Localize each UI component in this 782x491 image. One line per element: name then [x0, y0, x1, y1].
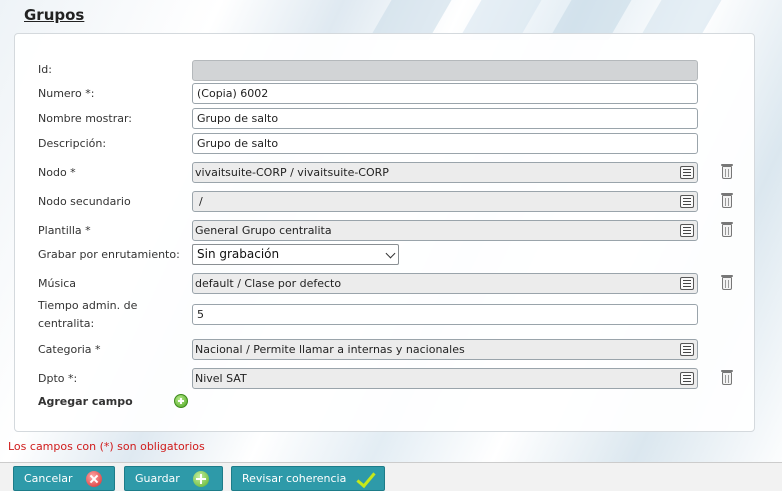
save-button[interactable]: Guardar	[124, 466, 223, 491]
dpto-value: Nivel SAT	[195, 372, 247, 385]
trash-icon[interactable]	[721, 164, 733, 179]
grabar-selected-value: Sin grabación	[197, 247, 280, 261]
nodo-secundario-value: /	[199, 195, 203, 208]
categoria-lookup[interactable]: Nacional / Permite llamar a internas y n…	[192, 339, 698, 360]
numero-label: Numero *:	[38, 87, 95, 100]
review-coherence-button[interactable]: Revisar coherencia	[231, 466, 385, 491]
list-icon[interactable]	[680, 343, 694, 356]
descripcion-input[interactable]: Grupo de salto	[192, 133, 698, 154]
nodo-value: vivaitsuite-CORP / vivaitsuite-CORP	[195, 166, 389, 179]
add-field-label[interactable]: Agregar campo	[38, 395, 133, 408]
checkmark-icon	[356, 471, 372, 487]
plantilla-label: Plantilla *	[38, 224, 91, 237]
tiempo-input[interactable]: 5	[192, 304, 698, 325]
nombre-input[interactable]: Grupo de salto	[192, 108, 698, 129]
tiempo-label-line2: centralita:	[38, 317, 95, 330]
id-label: Id:	[38, 63, 52, 76]
id-field	[192, 60, 698, 81]
list-icon[interactable]	[680, 277, 694, 290]
cancel-x-icon	[86, 471, 102, 487]
musica-label: Música	[38, 277, 77, 290]
review-button-label: Revisar coherencia	[242, 472, 347, 485]
dpto-lookup[interactable]: Nivel SAT	[192, 368, 698, 389]
nodo-label: Nodo *	[38, 166, 76, 179]
nodo-lookup[interactable]: vivaitsuite-CORP / vivaitsuite-CORP	[192, 162, 698, 183]
descripcion-label: Descripción:	[38, 137, 107, 150]
chevron-down-icon	[385, 248, 396, 259]
categoria-label: Categoria *	[38, 343, 101, 356]
trash-icon[interactable]	[721, 370, 733, 385]
form-panel: Id: Numero *: (Copia) 6002 Nombre mostra…	[14, 33, 755, 432]
list-icon[interactable]	[680, 195, 694, 208]
categoria-value: Nacional / Permite llamar a internas y n…	[195, 343, 465, 356]
plus-icon	[193, 471, 209, 487]
nombre-label: Nombre mostrar:	[38, 112, 132, 125]
trash-icon[interactable]	[721, 222, 733, 237]
grabar-select[interactable]: Sin grabación	[192, 244, 399, 265]
cancel-button[interactable]: Cancelar	[13, 466, 115, 491]
tiempo-label-line1: Tiempo admin. de	[38, 299, 138, 312]
required-fields-note: Los campos con (*) son obligatorios	[8, 440, 205, 453]
dpto-label: Dpto *:	[38, 372, 78, 385]
nodo-secundario-lookup[interactable]: /	[192, 191, 698, 212]
grabar-label: Grabar por enrutamiento:	[38, 248, 180, 261]
plantilla-lookup[interactable]: General Grupo centralita	[192, 220, 698, 241]
list-icon[interactable]	[680, 166, 694, 179]
trash-icon[interactable]	[721, 275, 733, 290]
list-icon[interactable]	[680, 372, 694, 385]
nodo-secundario-label: Nodo secundario	[38, 195, 131, 208]
page-title: Grupos	[24, 6, 85, 24]
cancel-button-label: Cancelar	[24, 472, 73, 485]
save-button-label: Guardar	[135, 472, 180, 485]
musica-value: default / Clase por defecto	[195, 277, 342, 290]
button-bar	[0, 462, 782, 491]
musica-lookup[interactable]: default / Clase por defecto	[192, 273, 698, 294]
add-circle-icon[interactable]	[174, 394, 188, 408]
trash-icon[interactable]	[721, 193, 733, 208]
plantilla-value: General Grupo centralita	[195, 224, 332, 237]
list-icon[interactable]	[680, 224, 694, 237]
numero-input[interactable]: (Copia) 6002	[192, 83, 698, 104]
